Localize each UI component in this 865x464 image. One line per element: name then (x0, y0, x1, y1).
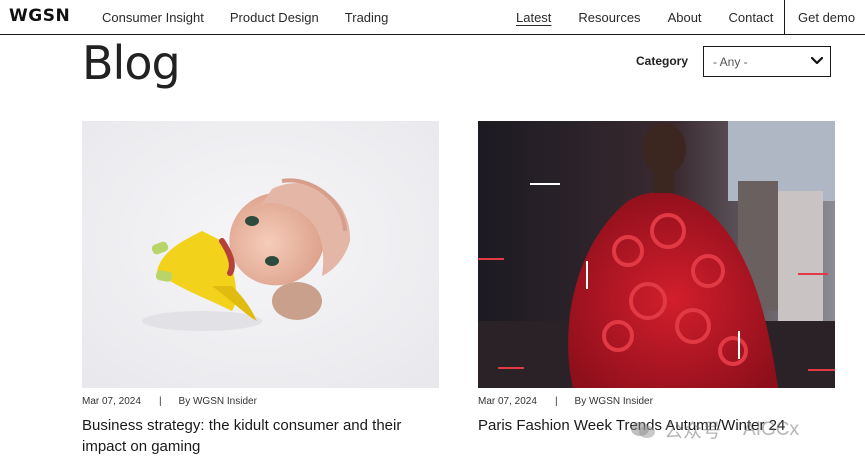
post-author: By WGSN Insider (574, 396, 653, 407)
primary-nav: Consumer Insight Product Design Trading (102, 0, 414, 34)
category-label: Category (636, 54, 689, 68)
category-select-value: - Any - (713, 54, 748, 69)
meta-separator: | (554, 396, 558, 407)
nav-trading[interactable]: Trading (345, 10, 389, 25)
watermark-text: 公众号 (664, 421, 722, 442)
secondary-nav: Latest Resources About Contact (516, 0, 800, 34)
meta-separator: | (158, 396, 162, 407)
chevron-down-icon (810, 56, 824, 65)
watermark-brand: AIGCx (743, 418, 799, 440)
page-title: Blog (82, 36, 181, 90)
post-thumbnail-image[interactable] (82, 121, 439, 388)
nav-divider (784, 0, 785, 34)
post-thumbnail-image[interactable] (478, 121, 835, 388)
post-meta: Mar 07, 2024 | By WGSN Insider (82, 396, 439, 407)
blog-card[interactable]: Mar 07, 2024 | By WGSN Insider Paris Fas… (478, 121, 835, 436)
post-meta: Mar 07, 2024 | By WGSN Insider (478, 396, 835, 407)
nav-consumer-insight[interactable]: Consumer Insight (102, 10, 204, 25)
wgsn-logo[interactable]: WGSN (9, 6, 70, 26)
top-navigation-bar: WGSN Consumer Insight Product Design Tra… (0, 0, 865, 35)
category-select[interactable]: - Any - (703, 46, 831, 77)
post-author: By WGSN Insider (178, 396, 257, 407)
post-date: Mar 07, 2024 (82, 396, 141, 407)
get-demo-button[interactable]: Get demo (798, 0, 855, 34)
post-date: Mar 07, 2024 (478, 396, 537, 407)
nav-product-design[interactable]: Product Design (230, 10, 319, 25)
nav-about[interactable]: About (668, 10, 702, 25)
post-title[interactable]: Business strategy: the kidult consumer a… (82, 415, 439, 457)
watermark: 公众号 AIGCx (630, 416, 799, 443)
nav-resources[interactable]: Resources (578, 10, 640, 25)
nav-latest[interactable]: Latest (516, 10, 551, 25)
blog-card[interactable]: Mar 07, 2024 | By WGSN Insider Business … (82, 121, 439, 457)
nav-contact[interactable]: Contact (729, 10, 774, 25)
wechat-icon (631, 421, 655, 438)
